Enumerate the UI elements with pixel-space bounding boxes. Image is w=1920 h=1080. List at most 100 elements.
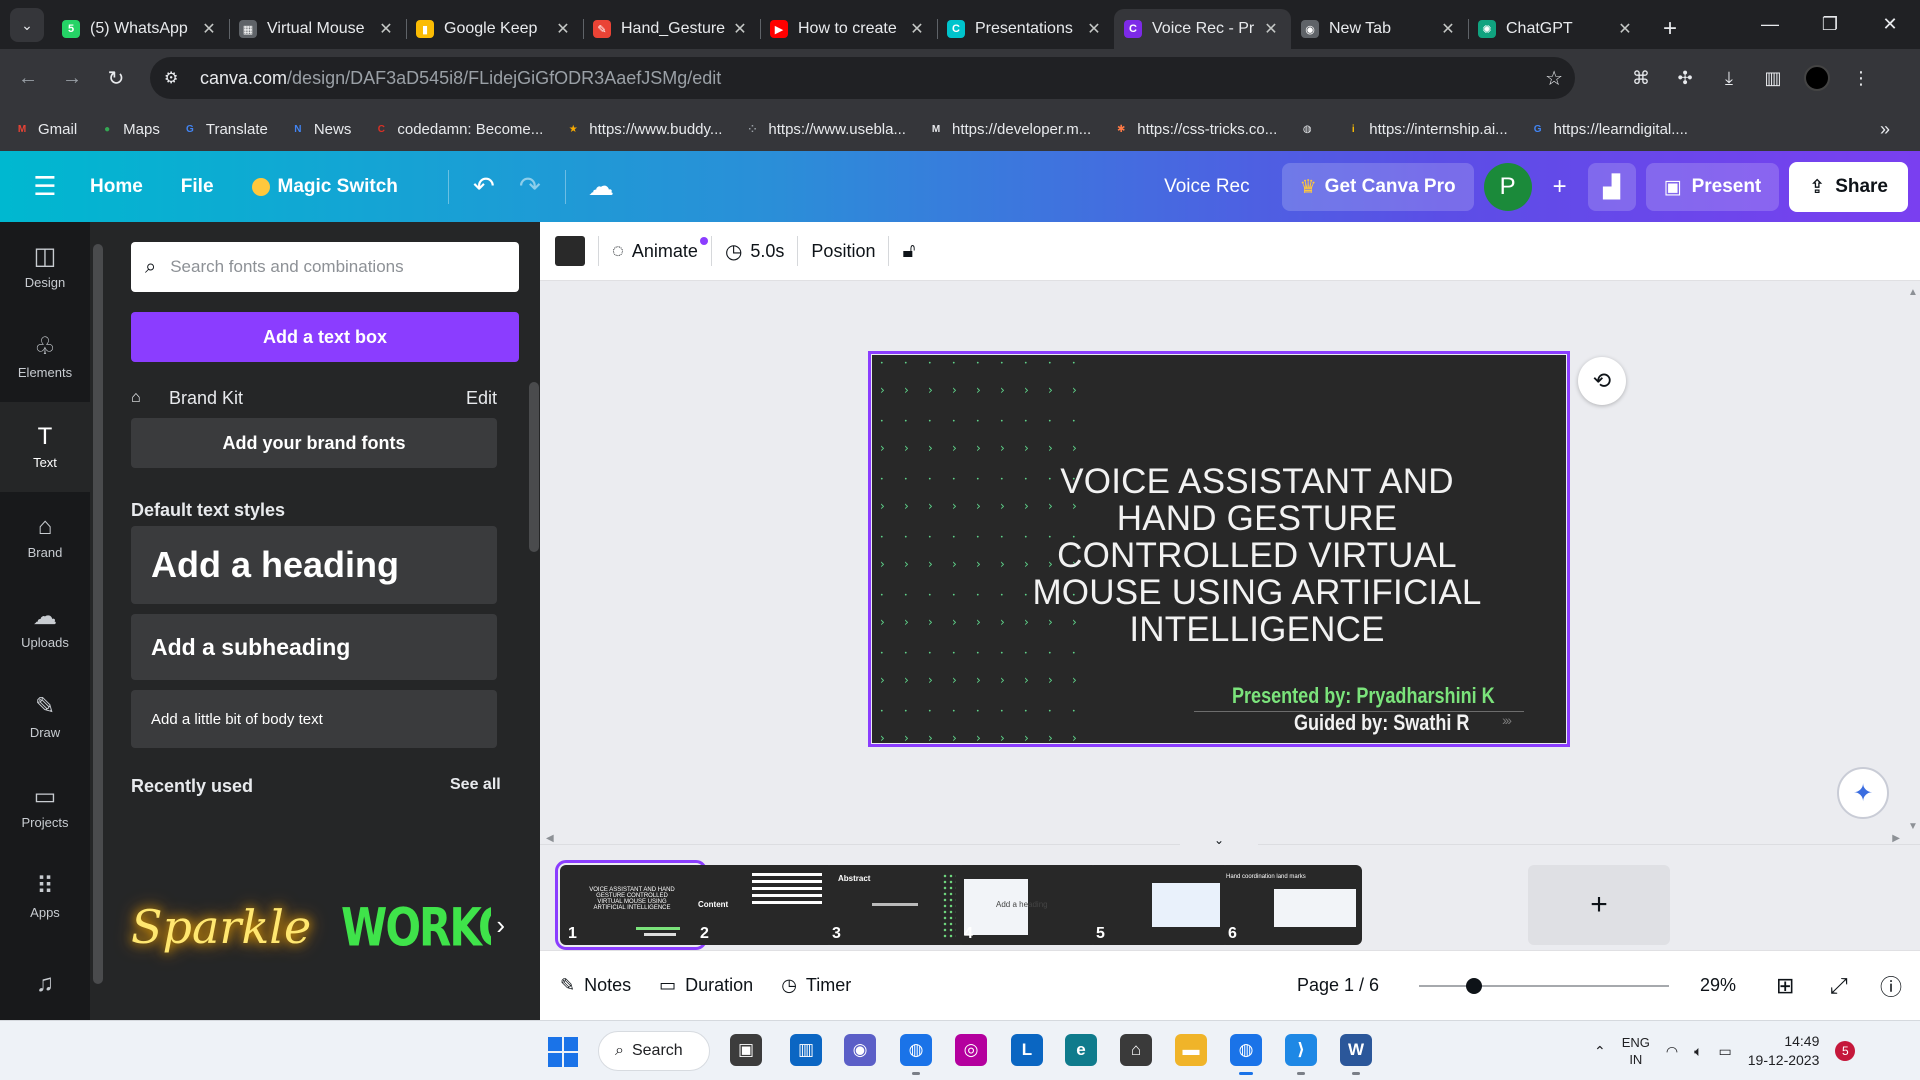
bookmark-item[interactable]: Ghttps://learndigital.... [1530,121,1688,138]
page-thumbnail-3[interactable]: Abstract 3 [824,865,966,945]
wifi-icon[interactable]: ◠ [1666,1043,1678,1060]
add-body-text-style[interactable]: Add a little bit of body text [131,690,497,748]
add-brand-fonts-button[interactable]: Add your brand fonts [131,418,497,468]
canvas-vertical-scrollbar[interactable]: ▲ ▼ [1906,281,1920,844]
font-search-box[interactable]: ⌕ [131,242,519,292]
close-tab-icon[interactable]: ✕ [1084,19,1104,39]
word-icon[interactable]: W [1340,1034,1372,1075]
bookmark-item[interactable]: ● Maps [99,121,160,138]
magic-switch-menu[interactable]: Magic Switch [251,176,398,198]
scrollbar-thumb[interactable] [93,244,103,984]
page-thumbnail-4[interactable]: Add a heading 4 [956,865,1098,945]
reload-button[interactable]: ↻ [94,56,138,100]
zoom-level[interactable]: 29% [1700,975,1736,996]
l-app-icon[interactable]: L [1011,1034,1043,1066]
close-tab-icon[interactable]: ✕ [1615,19,1635,39]
close-tab-icon[interactable]: ✕ [1261,19,1281,39]
rail-item-draw[interactable]: ✎ Draw [0,672,90,762]
side-panel-icon[interactable]: ▥ [1760,65,1786,91]
rail-item-elements[interactable]: ♧ Elements [0,312,90,402]
close-tab-icon[interactable]: ✕ [1438,19,1458,39]
meet-icon[interactable]: ◉ [844,1034,876,1066]
store-icon[interactable]: ⌂ [1120,1034,1152,1066]
browser-tab[interactable]: ▶ How to create ✕ [760,9,937,49]
back-button[interactable]: ← [6,56,50,100]
restore-icon[interactable]: ❐ [1800,0,1860,49]
duration-footer-button[interactable]: ▭ Duration [659,975,753,996]
bookmark-item[interactable]: Ccodedamn: Become... [373,121,544,138]
extension-icon[interactable]: ⌘ [1628,65,1654,91]
panel-scrollbar[interactable] [528,362,540,1012]
bookmark-item[interactable]: ✱ https://css-tricks.co... [1113,121,1277,138]
forward-button[interactable]: → [50,56,94,100]
battery-icon[interactable]: ▭ [1719,1043,1732,1060]
document-title[interactable]: Voice Rec [1164,176,1250,198]
scroll-down-icon[interactable]: ▼ [1908,821,1918,832]
slide-title[interactable]: VOICE ASSISTANT AND HAND GESTURE CONTROL… [1007,463,1507,648]
windows-start-icon[interactable] [548,1037,578,1067]
rail-scrollbar[interactable] [90,222,110,1020]
chrome-active-taskbar-icon[interactable]: ◍ [1230,1034,1262,1075]
close-tab-icon[interactable]: ✕ [199,19,219,39]
browser-tab[interactable]: ✺ ChatGPT ✕ [1468,9,1645,49]
profile-avatar[interactable] [1804,65,1830,91]
page-indicator[interactable]: Page 1 / 6 [1297,975,1379,996]
help-icon[interactable]: ⓘ [1880,970,1902,1002]
rail-item-audio[interactable]: ♫ [0,942,90,1032]
more-bookmarks-icon[interactable]: » [1880,119,1890,140]
bookmark-star-icon[interactable]: ☆ [1545,66,1563,91]
tab-search-button[interactable]: ⌄ [10,8,44,42]
undo-icon[interactable]: ↶ [461,171,507,202]
guided-by-text[interactable]: Guided by: Swathi R [1294,710,1469,736]
close-tab-icon[interactable]: ✕ [553,19,573,39]
address-bar[interactable]: ⚙ canva.com/design/DAF3aD545i8/FLidejGiG… [150,57,1575,99]
get-canva-pro-button[interactable]: ♛ Get Canva Pro [1281,163,1474,211]
collapse-pages-handle[interactable]: ⌄ [1180,833,1258,847]
bookmark-item[interactable]: Mhttps://developer.m... [928,121,1091,138]
file-menu[interactable]: File [181,176,214,198]
bookmark-item[interactable]: N News [290,121,351,138]
taskbar-search[interactable]: ⌕ Search [598,1031,710,1071]
bookmark-item[interactable]: G Translate [182,121,268,138]
zoom-slider[interactable] [1419,978,1669,994]
recent-font-workout[interactable]: WORKOUT [341,896,491,957]
chevron-up-icon[interactable]: ⌃ [1594,1043,1606,1060]
hamburger-menu-icon[interactable]: ☰ [0,171,90,202]
add-text-box-button[interactable]: Add a text box [131,312,519,362]
close-tab-icon[interactable]: ✕ [376,19,396,39]
design-canvas[interactable]: • • • • • • • • • › › › › › › › › › • • • • • • • • • › › › › › › › › › • • • •… [540,281,1920,844]
close-tab-icon[interactable]: ✕ [907,19,927,39]
volume-icon[interactable]: 🔈︎ [1694,1043,1702,1060]
rail-item-text[interactable]: T Text [0,402,90,492]
magic-assistant-button[interactable]: ✦ [1837,767,1889,819]
page-thumbnail-6[interactable]: Hand coordination land marks 6 [1220,865,1362,945]
vscode-icon[interactable]: ⟩ [1285,1034,1317,1075]
redo-icon[interactable]: ↷ [507,171,553,202]
edge-icon[interactable]: e [1065,1034,1097,1066]
presented-by-text[interactable]: Presented by: Pryadharshini K [1232,683,1495,709]
task-view-icon[interactable]: ▣ [730,1034,762,1066]
browser-tab[interactable]: C Voice Rec - Pr ✕ [1114,9,1291,49]
app-taskbar-icon[interactable]: ◎ [955,1034,987,1066]
font-search-input[interactable] [170,257,519,277]
browser-tab[interactable]: 5 (5) WhatsApp ✕ [52,9,229,49]
browser-tab[interactable]: C Presentations ✕ [937,9,1114,49]
recent-font-sparkle[interactable]: Sparkle [131,900,311,954]
page-thumbnail-5[interactable]: 5 [1088,865,1230,945]
page-thumbnail-1[interactable]: VOICE ASSISTANT AND HAND GESTURE CONTROL… [555,860,707,950]
rail-item-design[interactable]: ◫ Design [0,222,90,312]
scrollbar-thumb[interactable] [529,382,539,552]
add-subheading-style[interactable]: Add a subheading [131,614,497,680]
chevron-right-icon[interactable]: › [496,910,505,941]
bookmark-item[interactable]: i https://internship.ai... [1345,121,1508,138]
grid-view-icon[interactable]: ⊞ [1776,973,1794,999]
close-icon[interactable]: ✕ [1860,0,1920,49]
present-button[interactable]: ▣ Present [1645,163,1780,211]
rail-item-uploads[interactable]: ☁ Uploads [0,582,90,672]
rail-item-projects[interactable]: ▭ Projects [0,762,90,852]
scroll-right-icon[interactable]: ▶ [1892,833,1900,844]
background-color-swatch[interactable] [555,236,585,266]
user-avatar[interactable]: P [1483,163,1532,211]
rail-item-apps[interactable]: ⠿ Apps [0,852,90,942]
home-menu[interactable]: Home [90,176,143,198]
